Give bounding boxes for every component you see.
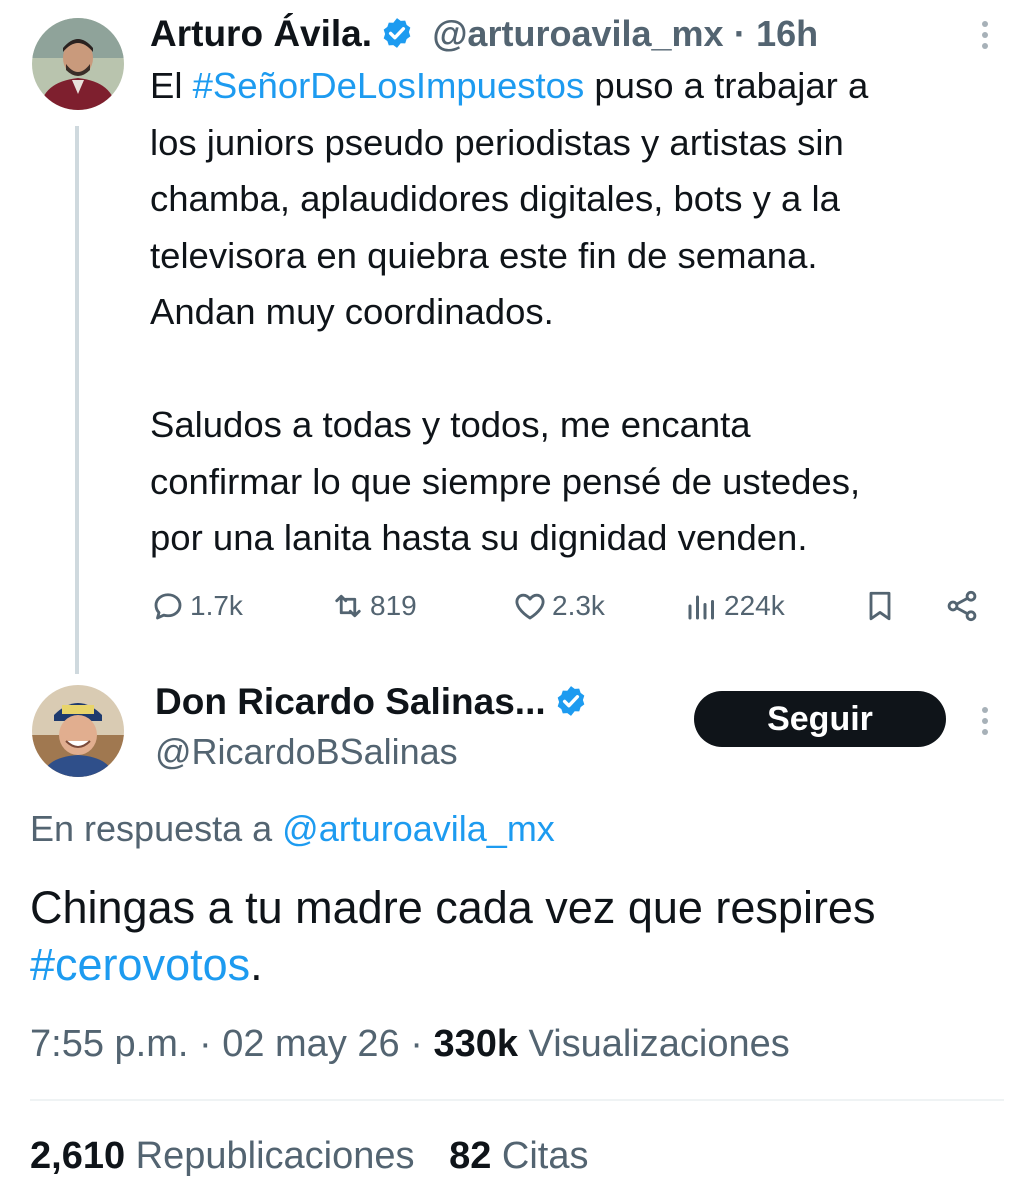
parent-author-row: Arturo Ávila. @arturoavila_mx · 16h xyxy=(150,12,818,56)
reposts-label: Republicaciones xyxy=(135,1135,415,1177)
parent-hashtag-link[interactable]: #SeñorDeLosImpuestos xyxy=(193,65,585,106)
avatar-arturo[interactable] xyxy=(32,18,124,110)
share-icon xyxy=(947,590,977,622)
main-author-row: Don Ricardo Salinas... xyxy=(155,680,588,724)
views-icon xyxy=(688,595,714,620)
views-button[interactable]: 224k xyxy=(684,588,785,624)
tweet-meta: 7:55 p.m. · 02 may 26 · 330k Visualizaci… xyxy=(30,1023,790,1065)
reposts-stat[interactable]: 2,610 Republicaciones xyxy=(30,1135,415,1177)
main-tweet-text: Chingas a tu madre cada vez que respires… xyxy=(30,879,1010,993)
tweet-date[interactable]: 02 may 26 xyxy=(222,1023,399,1065)
reply-context: En respuesta a @arturoavila_mx xyxy=(30,808,555,850)
main-text-end: . xyxy=(250,939,263,990)
thread-line xyxy=(75,126,79,674)
follow-button[interactable]: Seguir xyxy=(694,691,946,747)
parent-more-button[interactable] xyxy=(980,20,990,55)
reply-prefix: En respuesta a xyxy=(30,808,283,849)
divider xyxy=(30,1099,1004,1101)
tweet-time[interactable]: 7:55 p.m. xyxy=(30,1023,188,1065)
reply-icon xyxy=(154,593,182,620)
reposts-total: 2,610 xyxy=(30,1135,126,1177)
avatar-arturo-image xyxy=(32,18,124,110)
like-icon xyxy=(515,593,545,620)
like-count: 2.3k xyxy=(552,590,605,621)
separator-dot: · xyxy=(733,13,746,54)
parent-tweet-text: El #SeñorDeLosImpuestos puso a trabajar … xyxy=(150,58,1020,567)
main-author-name[interactable]: Don Ricardo Salinas... xyxy=(155,681,546,722)
share-button[interactable] xyxy=(944,588,980,624)
reply-button[interactable]: 1.7k xyxy=(150,588,243,624)
repost-count: 819 xyxy=(370,590,417,621)
parent-author-handle[interactable]: @arturoavila_mx xyxy=(432,13,723,54)
main-author-handle[interactable]: @RicardoBSalinas xyxy=(155,730,458,774)
main-more-button[interactable] xyxy=(980,706,990,741)
bookmark-icon xyxy=(869,591,891,621)
parent-author-name[interactable]: Arturo Ávila. xyxy=(150,13,372,54)
repost-button[interactable]: 819 xyxy=(330,588,417,624)
like-button[interactable]: 2.3k xyxy=(512,588,605,624)
avatar-ricardo[interactable] xyxy=(32,685,124,777)
main-text-body: Chingas a tu madre cada vez que respires xyxy=(30,882,876,933)
quotes-stat[interactable]: 82 Citas xyxy=(449,1135,588,1177)
views-count: 224k xyxy=(724,590,785,621)
quotes-total: 82 xyxy=(449,1135,492,1177)
reply-count: 1.7k xyxy=(190,590,243,621)
views-total: 330k xyxy=(433,1023,518,1065)
tweet-stats: 2,610 Republicaciones 82 Citas xyxy=(30,1135,588,1178)
more-icon xyxy=(982,707,988,735)
more-icon xyxy=(982,21,988,49)
bookmark-button[interactable] xyxy=(862,588,898,624)
main-hashtag-link[interactable]: #cerovotos xyxy=(30,939,250,990)
verified-badge-icon xyxy=(557,686,584,716)
parent-text-pre: El xyxy=(150,65,193,106)
repost-icon xyxy=(335,594,361,618)
parent-tweet-time[interactable]: 16h xyxy=(756,13,818,54)
parent-text-post: puso a trabajar a los juniors pseudo per… xyxy=(150,65,869,558)
quotes-label: Citas xyxy=(501,1135,589,1177)
avatar-ricardo-image xyxy=(32,685,124,777)
views-label: Visualizaciones xyxy=(528,1023,790,1065)
reply-handle-link[interactable]: @arturoavila_mx xyxy=(282,808,555,849)
verified-badge-icon xyxy=(383,18,411,48)
